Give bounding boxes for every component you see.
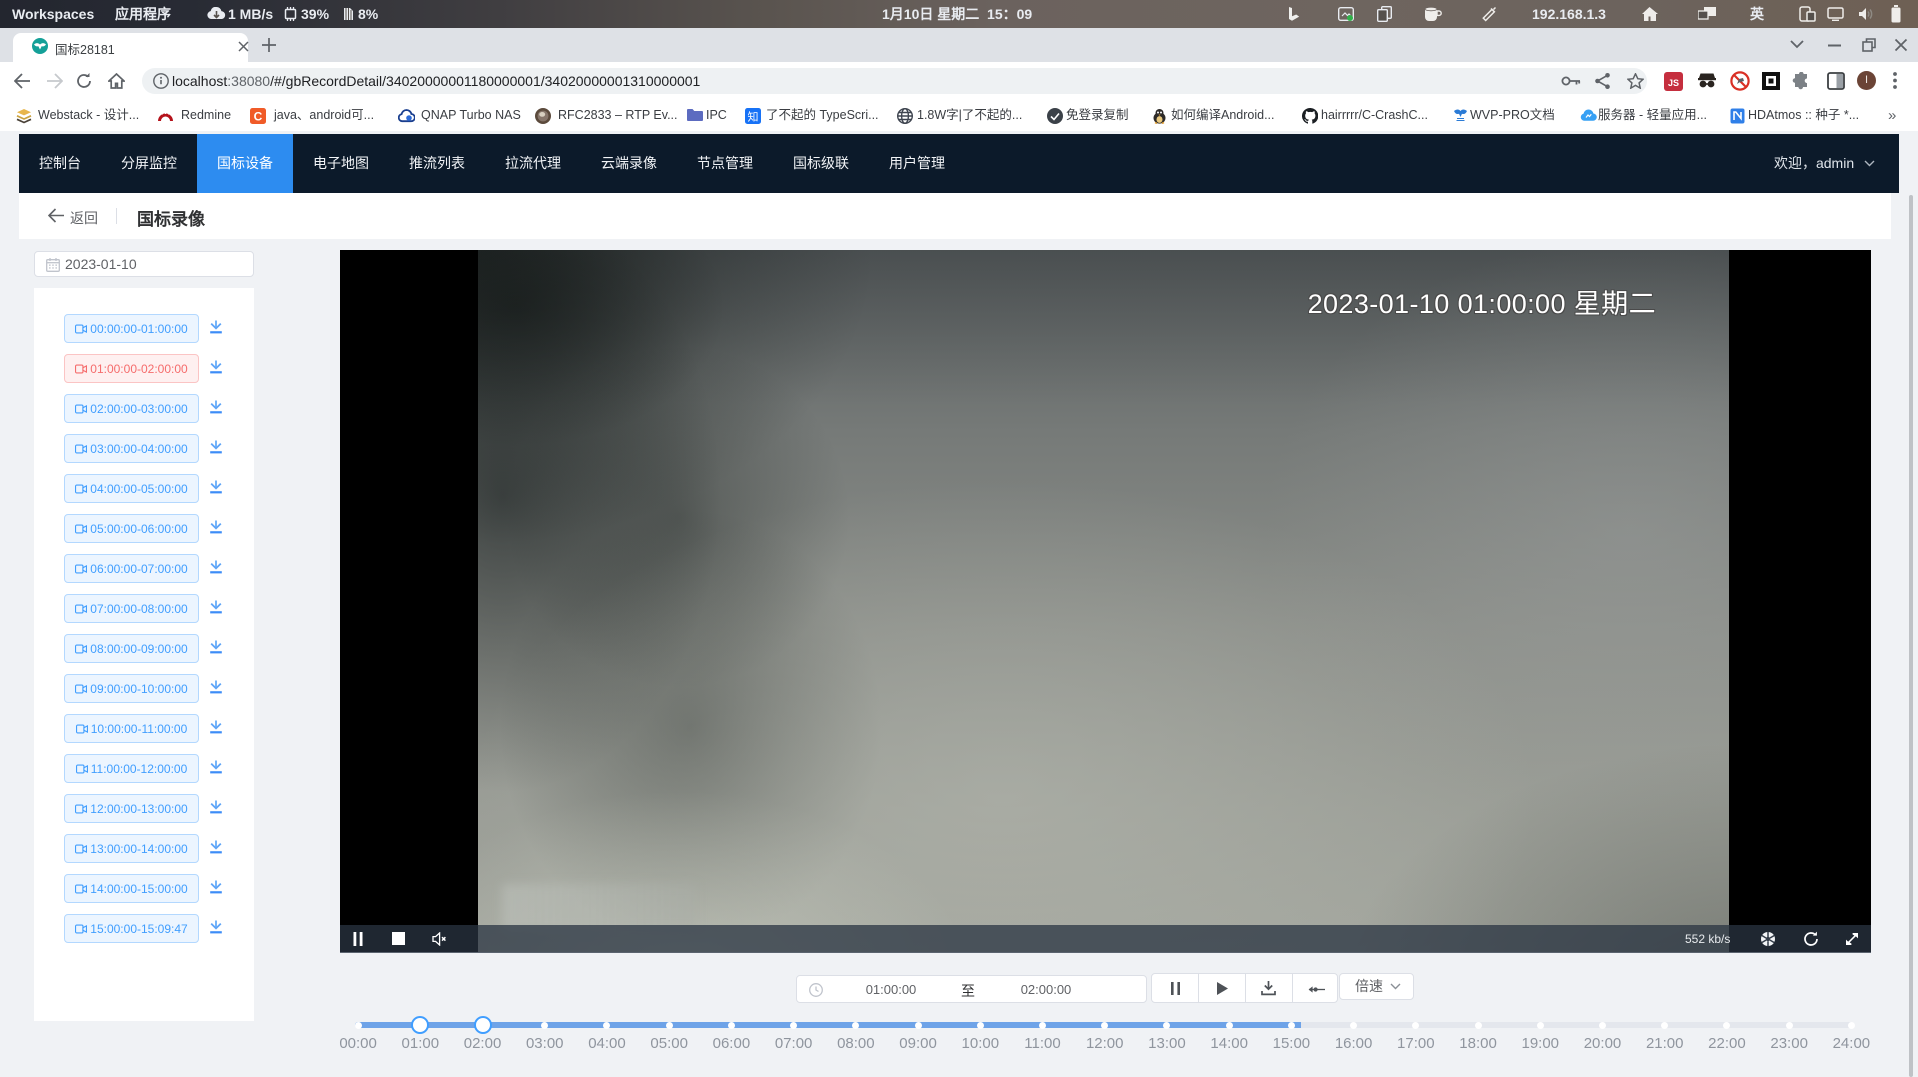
svg-text:JS: JS	[1668, 78, 1679, 88]
svg-text:知: 知	[748, 110, 759, 124]
svg-text:C: C	[254, 110, 263, 124]
